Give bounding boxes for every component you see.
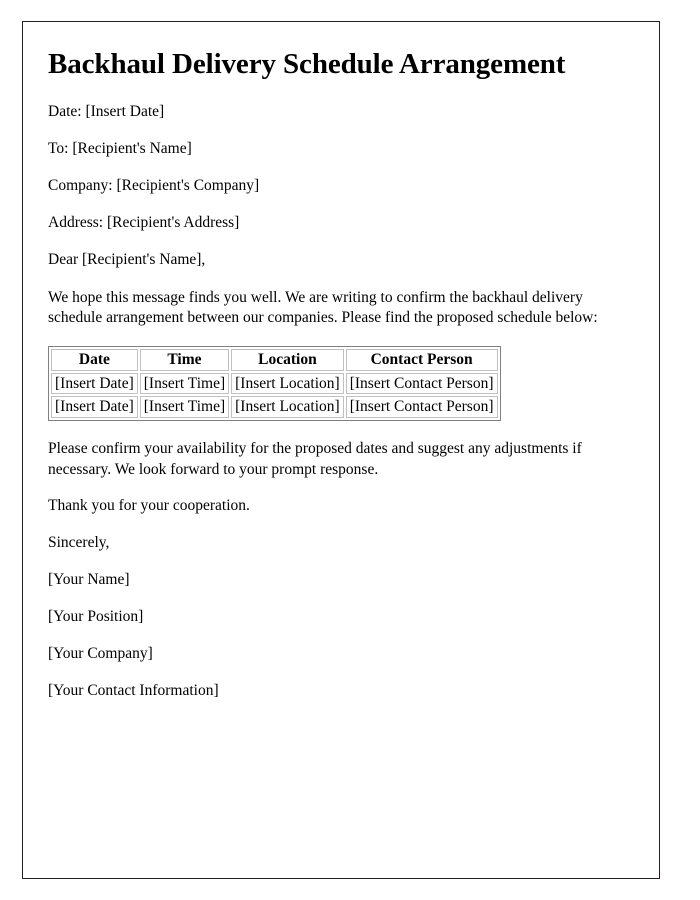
sign-off: Sincerely,: [48, 534, 110, 552]
cell-date: [Insert Date]: [51, 372, 138, 395]
signature-block: [Your Name] [Your Position] [Your Compan…: [48, 571, 635, 701]
signature-contact-information: [Your Contact Information]: [48, 681, 219, 699]
field-date: Date: [Insert Date]: [48, 103, 165, 121]
cell-date: [Insert Date]: [51, 396, 138, 419]
field-recipient-company: Company: [Recipient's Company]: [48, 177, 260, 195]
intro-paragraph: We hope this message finds you well. We …: [48, 288, 598, 327]
document-page: Backhaul Delivery Schedule Arrangement D…: [22, 21, 660, 879]
table-header-row: Date Time Location Contact Person: [51, 348, 498, 371]
page-title: Backhaul Delivery Schedule Arrangement: [48, 48, 566, 80]
thanks-line: Thank you for your cooperation.: [48, 497, 250, 515]
column-header-contact-person: Contact Person: [345, 348, 498, 371]
field-recipient-name: To: [Recipient's Name]: [48, 140, 192, 158]
schedule-table: Date Time Location Contact Person [Inser…: [48, 345, 501, 422]
document-body: Backhaul Delivery Schedule Arrangement D…: [23, 22, 659, 701]
table-row: [Insert Date] [Insert Time] [Insert Loca…: [51, 396, 498, 419]
closing-paragraph: Please confirm your availability for the…: [48, 440, 582, 478]
cell-contact-person: [Insert Contact Person]: [345, 396, 498, 419]
cell-contact-person: [Insert Contact Person]: [345, 372, 498, 395]
signature-name: [Your Name]: [48, 570, 130, 588]
cell-location: [Insert Location]: [231, 372, 344, 395]
column-header-date: Date: [51, 348, 138, 371]
schedule-table-head: Date Time Location Contact Person: [51, 348, 498, 371]
signature-company: [Your Company]: [48, 644, 153, 662]
table-row: [Insert Date] [Insert Time] [Insert Loca…: [51, 372, 498, 395]
cell-location: [Insert Location]: [231, 396, 344, 419]
letter-header-fields: Date: [Insert Date] To: [Recipient's Nam…: [48, 103, 635, 233]
column-header-location: Location: [231, 348, 344, 371]
cell-time: [Insert Time]: [139, 372, 230, 395]
signature-position: [Your Position]: [48, 607, 144, 625]
column-header-time: Time: [139, 348, 230, 371]
salutation: Dear [Recipient's Name],: [48, 250, 206, 268]
cell-time: [Insert Time]: [139, 396, 230, 419]
field-recipient-address: Address: [Recipient's Address]: [48, 214, 240, 232]
schedule-table-body: [Insert Date] [Insert Time] [Insert Loca…: [51, 372, 498, 419]
